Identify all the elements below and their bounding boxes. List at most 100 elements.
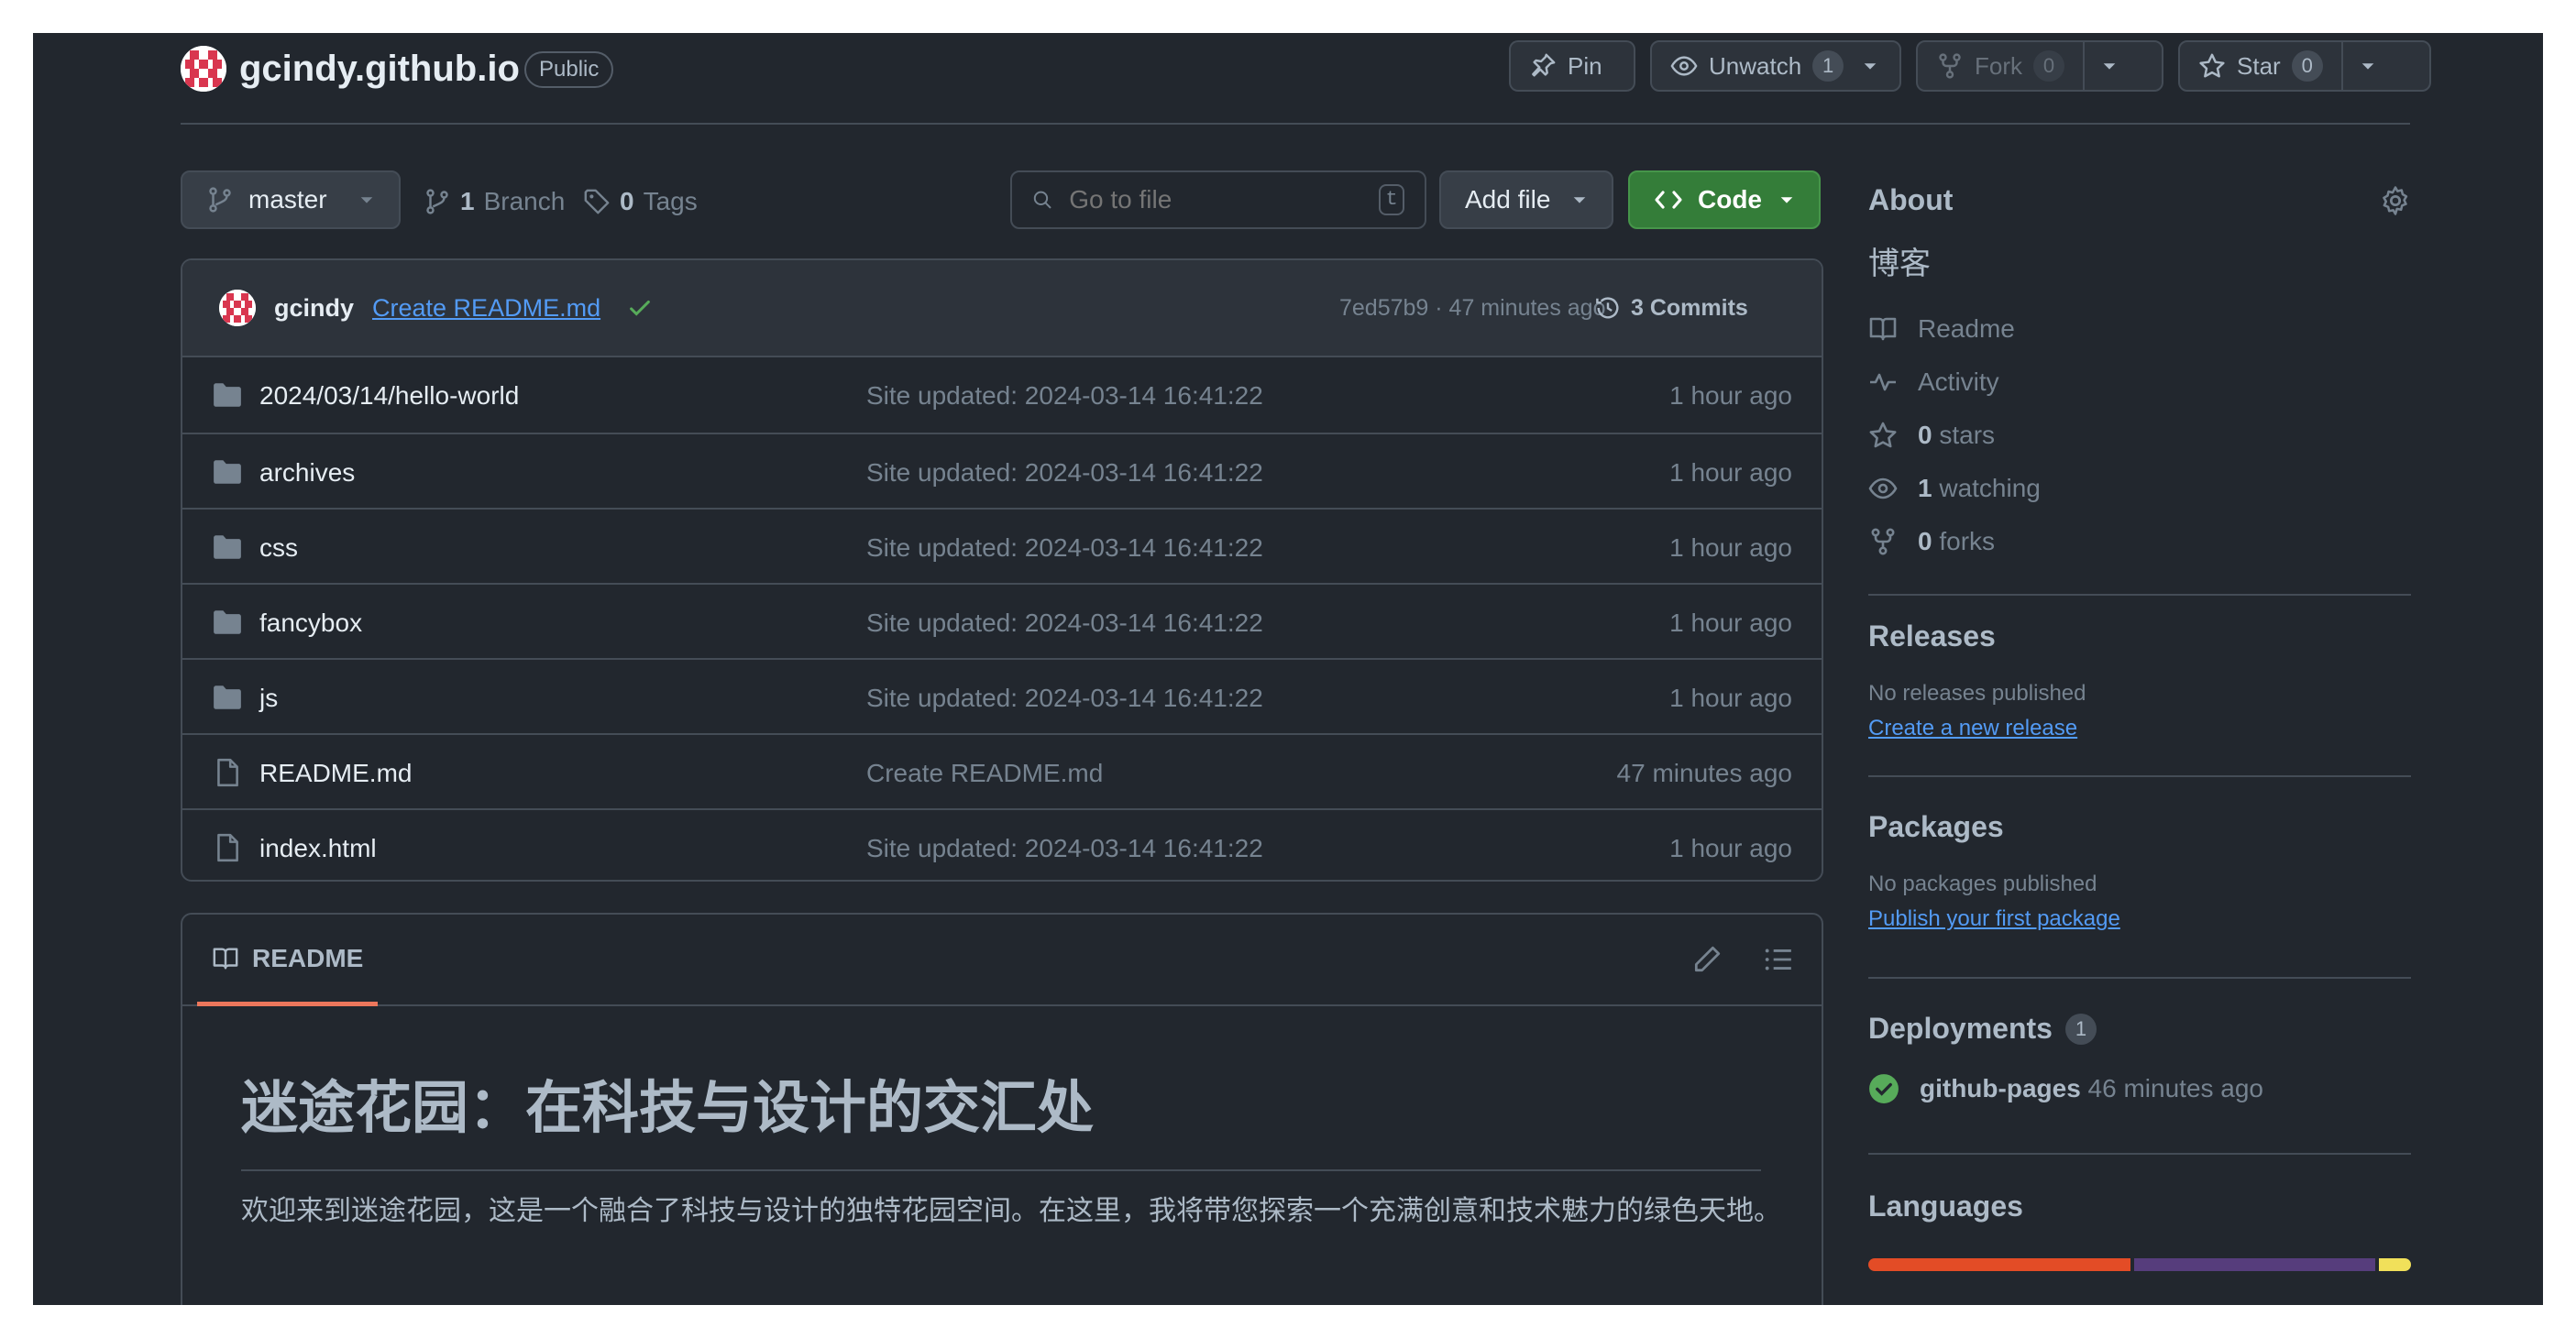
commit-author-avatar[interactable]	[219, 290, 256, 326]
fork-counter: 0	[2033, 50, 2064, 82]
tags-link[interactable]: 0 Tags	[583, 172, 698, 231]
file-name-link[interactable]: js	[259, 684, 278, 713]
commits-label: 3 Commits	[1631, 294, 1748, 321]
commits-link[interactable]: 3 Commits	[1594, 294, 1748, 322]
file-name-link[interactable]: README.md	[259, 759, 412, 788]
forks-link[interactable]: 0 forks	[1868, 515, 2411, 568]
branch-icon	[209, 187, 231, 213]
file-row[interactable]: fancybox Site updated: 2024-03-14 16:41:2…	[182, 583, 1822, 658]
commit-message-link[interactable]: Create README.md	[372, 294, 600, 323]
repo-name-link[interactable]: gcindy.github.io	[239, 46, 520, 92]
language-bar-segment[interactable]	[2378, 1258, 2411, 1271]
unwatch-button[interactable]: Unwatch 1	[1650, 40, 1901, 92]
packages-title[interactable]: Packages	[1868, 810, 2411, 844]
file-row[interactable]: index.html Site updated: 2024-03-14 16:41…	[182, 808, 1822, 880]
caret-down-icon[interactable]	[2101, 58, 2118, 74]
pin-icon	[1532, 53, 1556, 77]
language-bar-segment[interactable]	[2134, 1258, 2375, 1271]
history-icon	[1596, 297, 1619, 319]
check-icon[interactable]	[626, 294, 654, 322]
pencil-icon[interactable]	[1691, 944, 1723, 975]
caret-down-icon[interactable]	[2360, 58, 2376, 74]
releases-title[interactable]: Releases	[1868, 620, 2411, 653]
stars-count: 0	[1918, 421, 1932, 449]
packages-empty: No packages published	[1868, 872, 2097, 896]
add-file-button[interactable]: Add file	[1439, 170, 1613, 229]
caret-down-icon[interactable]	[1862, 58, 1878, 74]
file-name-link[interactable]: css	[259, 533, 298, 563]
fork-button[interactable]: Fork 0	[1916, 40, 2163, 92]
activity-link[interactable]: Activity	[1868, 356, 2411, 409]
pin-button[interactable]: Pin	[1509, 40, 1635, 92]
readme-paragraph: 欢迎来到迷途花园，这是一个融合了科技与设计的独特花园空间。在这里，我将带您探索一…	[241, 1195, 1781, 1227]
watch-counter: 1	[1812, 50, 1844, 82]
code-label: Code	[1698, 185, 1762, 214]
publish-package-link[interactable]: Publish your first package	[1868, 906, 2411, 932]
commit-hash-time[interactable]: 7ed57b9 · 47 minutes ago	[1339, 295, 1606, 322]
file-row[interactable]: 2024/03/14/hello-world Site updated: 2024…	[182, 357, 1822, 433]
languages-section: Languages	[1868, 1155, 2411, 1271]
deployments-section: Deployments 1 github-pages 46 minutes ag…	[1868, 979, 2411, 1153]
file-commit-message[interactable]: Site updated: 2024-03-14 16:41:22	[866, 533, 1263, 563]
code-button[interactable]: Code	[1628, 170, 1821, 229]
go-to-file-input[interactable]	[1069, 185, 1363, 214]
readme-link[interactable]: Readme	[1868, 302, 2411, 356]
fork-icon	[1871, 528, 1895, 555]
book-icon	[1869, 317, 1897, 341]
branch-select-button[interactable]: master	[181, 170, 401, 229]
github-repo-page: gcindy.github.io Public Pin Unwatch 1 Fo…	[33, 33, 2543, 1305]
repo-description: 博客	[1868, 246, 1931, 282]
file-commit-message[interactable]: Site updated: 2024-03-14 16:41:22	[866, 458, 1263, 488]
repo-sidebar: About 博客 Readme Activity 0 stars 1 watch…	[1868, 170, 2411, 1271]
folder-icon	[214, 535, 241, 559]
stars-link[interactable]: 0 stars	[1868, 409, 2411, 462]
gear-icon[interactable]	[2380, 185, 2411, 216]
readme-tab[interactable]: README	[197, 915, 379, 1006]
file-row[interactable]: README.md Create README.md 47 minutes ago	[182, 733, 1822, 808]
star-button[interactable]: Star 0	[2178, 40, 2431, 92]
file-row[interactable]: archives Site updated: 2024-03-14 16:41:2…	[182, 433, 1822, 508]
readme-header: README	[182, 915, 1822, 1006]
fork-label: Fork	[1975, 51, 2022, 80]
forks-count: 0	[1918, 527, 1932, 555]
deployments-counter: 1	[2064, 1013, 2097, 1045]
deployments-title[interactable]: Deployments	[1868, 1012, 2053, 1046]
latest-commit-bar: gcindy Create README.md 7ed57b9 · 47 min…	[182, 260, 1822, 357]
releases-empty: No releases published	[1868, 681, 2086, 706]
file-name-link[interactable]: index.html	[259, 834, 377, 863]
go-to-file-search[interactable]: t	[1010, 170, 1426, 229]
file-name-link[interactable]: archives	[259, 458, 355, 488]
file-commit-age: 1 hour ago	[1669, 609, 1792, 637]
deployment-env: github-pages	[1920, 1074, 2081, 1102]
create-release-link[interactable]: Create a new release	[1868, 716, 2411, 741]
file-commit-message[interactable]: Site updated: 2024-03-14 16:41:22	[866, 834, 1263, 863]
file-row[interactable]: css Site updated: 2024-03-14 16:41:22 1 ho…	[182, 508, 1822, 583]
file-commit-age: 1 hour ago	[1669, 533, 1792, 562]
deployment-item[interactable]: github-pages 46 minutes ago	[1868, 1073, 2411, 1104]
file-name-link[interactable]: 2024/03/14/hello-world	[259, 381, 519, 411]
tag-label: Tags	[643, 187, 698, 215]
watching-link[interactable]: 1 watching	[1868, 462, 2411, 515]
language-bar-segment[interactable]	[1868, 1258, 2131, 1271]
folder-icon-wrap	[212, 607, 243, 644]
file-commit-message[interactable]: Site updated: 2024-03-14 16:41:22	[866, 684, 1263, 713]
folder-icon	[214, 460, 241, 484]
watching-label: watching	[1939, 474, 2041, 502]
file-commit-message[interactable]: Create README.md	[866, 759, 1103, 788]
file-name-link[interactable]: fancybox	[259, 609, 362, 638]
readme-link-label: Readme	[1918, 314, 2015, 343]
file-commit-message[interactable]: Site updated: 2024-03-14 16:41:22	[866, 381, 1263, 411]
readme-tab-label: README	[252, 943, 364, 972]
header-divider	[181, 123, 2410, 125]
file-commit-message[interactable]: Site updated: 2024-03-14 16:41:22	[866, 609, 1263, 638]
folder-icon	[214, 383, 241, 407]
activity-link-label: Activity	[1918, 367, 1999, 396]
file-row[interactable]: js Site updated: 2024-03-14 16:41:22 1 hou…	[182, 658, 1822, 733]
commit-author[interactable]: gcindy	[274, 294, 354, 323]
repo-owner-avatar[interactable]	[181, 46, 226, 92]
shortcut-hint: t	[1379, 184, 1404, 215]
branches-link[interactable]: 1 Branch	[424, 172, 565, 231]
outline-list-icon[interactable]	[1763, 944, 1794, 975]
folder-icon	[214, 610, 241, 634]
caret-down-icon	[1780, 197, 1793, 203]
